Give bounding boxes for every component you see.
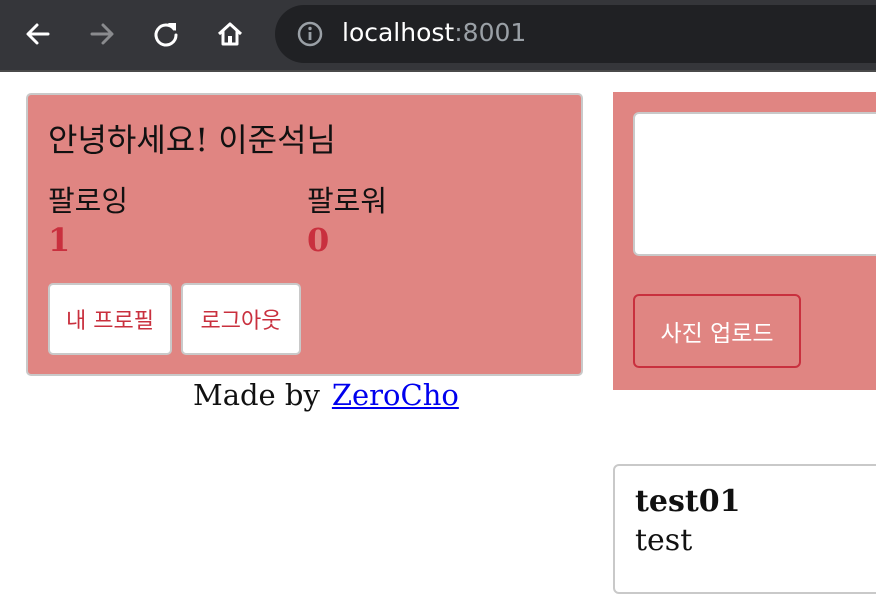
info-icon[interactable]: [297, 21, 323, 47]
followers-label: 팔로워: [307, 184, 388, 218]
url-port: :8001: [454, 18, 527, 47]
tweet-textarea[interactable]: [633, 112, 876, 256]
reload-icon[interactable]: [146, 14, 186, 54]
following-label: 팔로잉: [48, 184, 129, 218]
author-link[interactable]: ZeroCho: [332, 378, 459, 412]
followers-count: 0: [307, 221, 330, 259]
back-icon[interactable]: [18, 14, 58, 54]
url-host: localhost: [342, 18, 455, 47]
photo-upload-button[interactable]: 사진 업로드: [633, 294, 801, 368]
greeting-text: 안녕하세요! 이준석님: [48, 121, 336, 159]
logout-button[interactable]: 로그아웃: [181, 283, 301, 355]
my-profile-button[interactable]: 내 프로필: [48, 283, 172, 355]
tweet-content: test: [635, 523, 693, 558]
tweet-item: test01 test: [613, 464, 876, 594]
address-bar[interactable]: localhost:8001: [275, 5, 876, 63]
browser-toolbar: localhost:8001: [0, 0, 876, 72]
profile-card: 안녕하세요! 이준석님 팔로잉 1 팔로워 0 내 프로필 로그아웃: [26, 93, 583, 376]
tweet-author: test01: [635, 484, 741, 519]
tweet-form: 사진 업로드: [613, 92, 876, 390]
footer: Made by ZeroCho: [193, 378, 459, 412]
url-text: localhost:8001: [342, 18, 526, 47]
following-count: 1: [48, 221, 71, 259]
forward-icon[interactable]: [82, 14, 122, 54]
home-icon[interactable]: [210, 14, 250, 54]
footer-made-by: Made by: [193, 378, 320, 412]
